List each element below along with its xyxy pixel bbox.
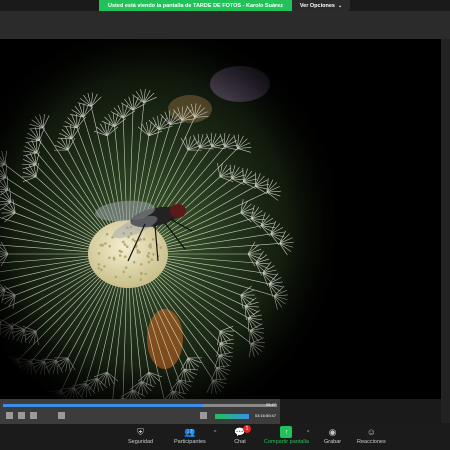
share-screen-label: Compartir pantalla: [264, 439, 309, 445]
reactions-label: Reacciones: [357, 439, 386, 445]
chat-button[interactable]: 💬 1 Chat: [234, 426, 246, 445]
chevron-up-icon[interactable]: ^: [214, 430, 216, 436]
elapsed-time: 05:47: [266, 402, 276, 407]
share-screen-icon: ↑: [280, 426, 292, 438]
reactions-button[interactable]: ☺ Reacciones: [357, 426, 386, 445]
dandelion-fly-photo: [0, 39, 335, 399]
time-counter: 03:16:50:47: [255, 413, 276, 418]
right-panel-strip: [441, 39, 450, 423]
screen-share-banner: Usted está viendo la pantalla de TARDE D…: [99, 0, 292, 11]
volume-slider[interactable]: [215, 414, 249, 419]
chat-badge: 1: [243, 425, 251, 433]
record-label: Grabar: [324, 439, 341, 445]
shield-icon: ⛨: [135, 426, 147, 438]
meeting-toolbar: ⛨ Seguridad 👥 27 Participantes ^ 💬 1 Cha…: [0, 424, 450, 450]
top-bar: [0, 11, 450, 39]
participants-count: 27: [187, 429, 193, 435]
smiley-icon: ☺: [365, 426, 377, 438]
record-button[interactable]: ◉ Grabar: [324, 426, 341, 445]
security-button[interactable]: ⛨ Seguridad: [128, 426, 153, 445]
forward-icon[interactable]: [30, 412, 37, 419]
video-player-controls: 05:47 03:16:50:47: [0, 399, 280, 424]
chevron-up-icon[interactable]: ^: [307, 430, 309, 436]
rewind-icon[interactable]: [6, 412, 13, 419]
seek-bar[interactable]: [3, 404, 277, 407]
fullscreen-icon[interactable]: [58, 412, 65, 419]
seek-progress: [3, 404, 203, 407]
share-screen-button[interactable]: ↑ Compartir pantalla: [264, 426, 309, 445]
settings-icon[interactable]: [200, 412, 207, 419]
share-banner-text: Usted está viendo la pantalla de TARDE D…: [108, 3, 283, 9]
stop-icon[interactable]: [18, 412, 25, 419]
participants-button[interactable]: 👥 27 Participantes: [174, 426, 206, 445]
view-options-button[interactable]: Ver Opciones ⌄: [292, 0, 350, 11]
record-icon: ◉: [327, 426, 339, 438]
view-options-label: Ver Opciones: [300, 3, 335, 9]
chat-label: Chat: [234, 439, 246, 445]
meeting-window: Usted está viendo la pantalla de TARDE D…: [0, 0, 450, 450]
participants-label: Participantes: [174, 439, 206, 445]
shared-screen: [0, 39, 441, 399]
security-label: Seguridad: [128, 439, 153, 445]
chevron-down-icon: ⌄: [338, 3, 342, 9]
